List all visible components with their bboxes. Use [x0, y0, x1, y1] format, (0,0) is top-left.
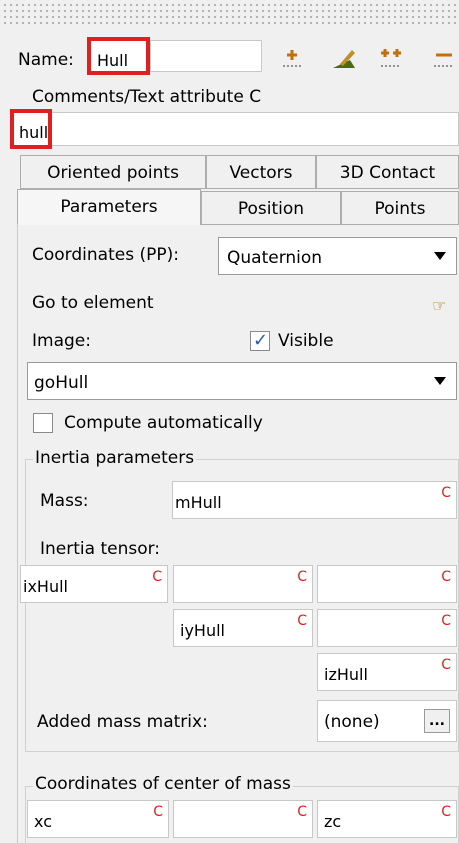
c-marker[interactable]: C	[441, 614, 451, 628]
c-marker[interactable]: C	[152, 570, 162, 584]
tensor-value: izHull	[324, 665, 368, 684]
tensor-cell-yy[interactable]: iyHull C	[173, 609, 313, 647]
tensor-cell-zz[interactable]: izHull C	[317, 653, 457, 691]
chevron-down-icon	[434, 252, 446, 260]
c-marker[interactable]: C	[441, 805, 451, 819]
remove-icon[interactable]	[428, 46, 459, 72]
coordinates-select[interactable]: Quaternion	[218, 237, 457, 275]
tab-panel-border	[17, 224, 18, 843]
tab-3d-contact[interactable]: 3D Contact	[316, 155, 459, 189]
name-value: Hull	[97, 51, 129, 70]
c-marker[interactable]: C	[297, 570, 307, 584]
inertia-tensor-label: Inertia tensor:	[40, 539, 161, 559]
added-mass-value: (none)	[324, 712, 380, 732]
c-marker[interactable]: C	[441, 570, 451, 584]
com-y-field[interactable]: C	[173, 800, 313, 838]
c-marker[interactable]: C	[297, 614, 307, 628]
c-marker[interactable]: C	[441, 486, 451, 500]
tab-label: Vectors	[229, 163, 293, 183]
pointing-hand-icon[interactable]: ☞	[432, 296, 446, 315]
compute-checkbox[interactable]	[33, 413, 53, 433]
tab-points[interactable]: Points	[341, 191, 459, 225]
tensor-cell-yz[interactable]: C	[317, 609, 457, 647]
comments-highlight[interactable]: hull	[10, 109, 52, 149]
tensor-cell-xz[interactable]: C	[317, 565, 457, 603]
tensor-value: ixHull	[23, 577, 68, 596]
add-multiple-icon[interactable]	[377, 46, 403, 72]
mass-value: mHull	[175, 493, 222, 512]
tab-oriented-points[interactable]: Oriented points	[20, 155, 206, 189]
tab-label: Position	[237, 199, 305, 219]
tab-position[interactable]: Position	[201, 191, 341, 225]
c-marker[interactable]: C	[441, 658, 451, 672]
tab-parameters[interactable]: Parameters	[17, 189, 201, 225]
image-label: Image:	[32, 331, 91, 351]
tensor-cell-xx[interactable]: ixHull C	[20, 565, 168, 603]
more-options-button[interactable]: ...	[424, 709, 450, 733]
added-mass-label: Added mass matrix:	[37, 712, 208, 732]
com-x-field[interactable]: xc C	[27, 800, 169, 838]
goto-label: Go to element	[32, 293, 154, 313]
com-value: xc	[34, 812, 52, 831]
image-value: goHull	[34, 373, 89, 393]
coordinates-label: Coordinates (PP):	[32, 245, 179, 265]
c-marker[interactable]: C	[153, 805, 163, 819]
com-value: zc	[324, 812, 342, 831]
compute-label: Compute automatically	[64, 413, 263, 433]
tab-vectors[interactable]: Vectors	[206, 155, 316, 189]
mass-field[interactable]: mHull C	[172, 481, 457, 519]
visible-checkbox[interactable]	[250, 330, 270, 351]
name-field[interactable]: Hull	[87, 37, 150, 75]
edit-element-icon[interactable]	[330, 46, 356, 72]
comments-label: Comments/Text attribute C	[32, 87, 262, 107]
tab-label: Points	[374, 199, 426, 219]
visible-label: Visible	[278, 331, 334, 351]
inertia-legend: Inertia parameters	[33, 448, 197, 468]
tensor-value: iyHull	[180, 621, 225, 640]
added-mass-field[interactable]: (none) ...	[317, 700, 457, 742]
coordinates-value: Quaternion	[227, 248, 323, 268]
name-label: Name:	[18, 50, 74, 70]
tab-label: Oriented points	[47, 163, 179, 183]
tensor-cell-xy[interactable]: C	[173, 565, 313, 603]
add-point-icon[interactable]	[279, 46, 305, 72]
center-of-mass-legend: Coordinates of center of mass	[33, 774, 293, 794]
mass-label: Mass:	[40, 491, 89, 511]
comments-value: hull	[19, 123, 49, 142]
image-select[interactable]: goHull	[27, 362, 457, 400]
com-z-field[interactable]: zc C	[317, 800, 457, 838]
tab-label: 3D Contact	[339, 163, 436, 183]
tab-label: Parameters	[60, 197, 158, 217]
comments-field[interactable]	[12, 112, 459, 146]
chevron-down-icon	[434, 377, 446, 385]
c-marker[interactable]: C	[297, 805, 307, 819]
name-field-extension[interactable]	[150, 40, 262, 72]
panel-grip[interactable]	[0, 0, 459, 24]
